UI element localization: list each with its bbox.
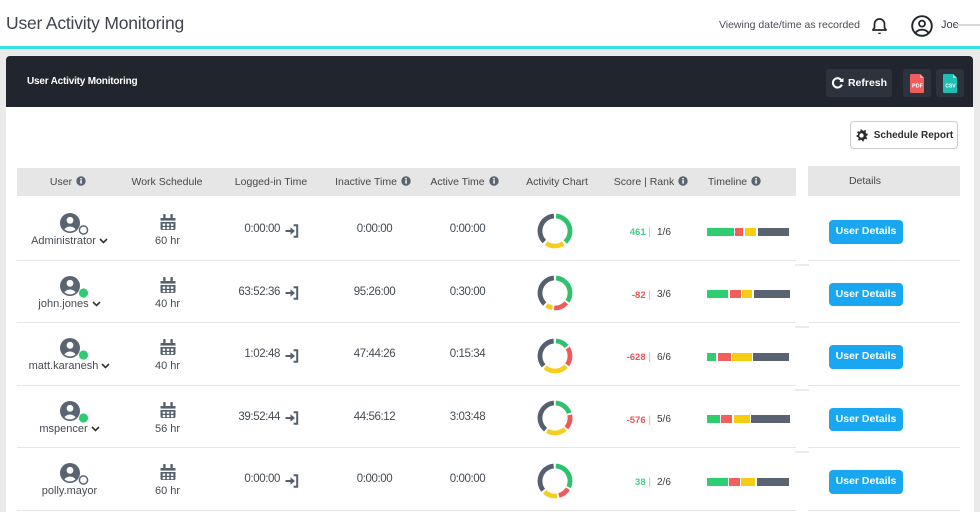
svg-text:CSV: CSV bbox=[945, 83, 956, 89]
svg-text:PDF: PDF bbox=[912, 83, 924, 89]
